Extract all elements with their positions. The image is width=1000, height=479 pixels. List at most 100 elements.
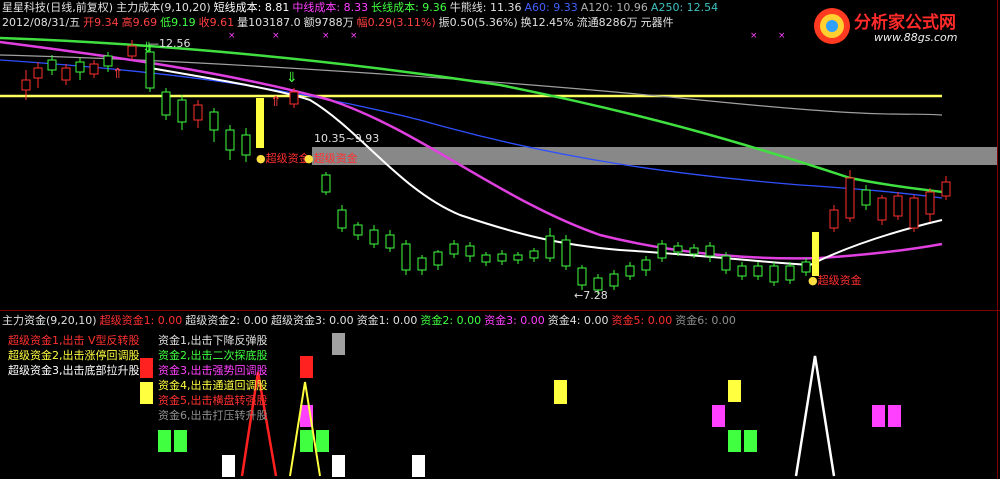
candle-body <box>89 63 99 75</box>
indicator-field-4: 资金1: 0.00 <box>356 314 418 327</box>
legend-left-item-2: 超级资金3,出击底部拉升股 <box>8 364 140 377</box>
candle-body <box>625 265 635 277</box>
candle-body <box>193 104 203 121</box>
indicator-field-6: 资金3: 0.00 <box>484 314 545 327</box>
legend-left-item-0: 超级资金1,出击 V型反转股 <box>8 334 140 347</box>
mid-price-label: 10.35~9.93 <box>314 132 380 145</box>
right-axis <box>997 0 998 479</box>
site-logo: 分析家公式网 www.88gs.com <box>812 2 1000 50</box>
indicator-block <box>158 430 171 452</box>
candle-body <box>127 45 137 57</box>
candle-body <box>465 245 475 257</box>
header-field-5: 牛熊线: 11.36 <box>449 1 522 14</box>
candle-body <box>737 265 747 277</box>
logo-icon <box>814 8 850 44</box>
indicator-field-5: 资金2: 0.00 <box>420 314 482 327</box>
svg-text:×: × <box>228 31 236 41</box>
header-field-0: 星星科技(日线,前复权) <box>2 1 114 14</box>
resistance-band <box>312 147 998 165</box>
candle-body <box>909 197 919 229</box>
signal-label-2: ●超级资金 <box>304 152 358 165</box>
up-arrow-icon: ⇑ <box>112 66 124 82</box>
candle-body <box>753 265 763 277</box>
candle-body <box>769 265 779 283</box>
low-price-label: ←7.28 <box>574 289 608 302</box>
indicator-field-8: 资金5: 0.00 <box>611 314 673 327</box>
spike-white <box>794 355 836 477</box>
candle-body <box>209 111 219 131</box>
candle-body <box>61 67 71 81</box>
header-field-7: A120: 10.96 <box>580 1 648 14</box>
svg-text:×: × <box>778 31 786 41</box>
quote-field-4: 收9.61 <box>198 16 235 29</box>
legend-left: 超级资金1,出击 V型反转股 超级资金2,出击涨停回调股 超级资金3,出击底部拉升股 <box>8 333 140 378</box>
signal-label-3: ●超级资金 <box>808 274 862 287</box>
quote-field-11: 元器件 <box>640 16 674 29</box>
indicator-block <box>300 430 313 452</box>
candle-body <box>353 224 363 236</box>
candle-body <box>369 229 379 245</box>
indicator-block <box>872 405 885 427</box>
a120-line <box>0 54 943 116</box>
svg-text:×: × <box>750 31 758 41</box>
header-field-3: 中线成本: 8.33 <box>292 1 369 14</box>
candle-body <box>829 209 839 229</box>
quote-field-0: 2012/08/31/五 <box>2 16 81 29</box>
candle-body <box>529 250 539 259</box>
legend-left-item-1: 超级资金2,出击涨停回调股 <box>8 349 140 362</box>
candle-body <box>877 197 887 221</box>
candle-body <box>513 254 523 261</box>
header-field-1: 主力成本(9,10,20) <box>116 1 211 14</box>
signal-label-1: ●超级资金 <box>256 152 310 165</box>
quote-field-2: 高9.69 <box>121 16 158 29</box>
candle-body <box>845 177 855 219</box>
candle-body <box>893 195 903 217</box>
panel-divider <box>0 310 1000 311</box>
header-field-4: 长线成本: 9.36 <box>371 1 447 14</box>
indicator-block <box>300 356 313 378</box>
candlesticks <box>21 40 951 294</box>
header-field-6: A60: 9.33 <box>524 1 578 14</box>
svg-text:×: × <box>272 31 280 41</box>
candle-body <box>433 251 443 266</box>
candle-body <box>861 189 871 206</box>
quote-field-1: 开9.34 <box>83 16 119 29</box>
indicator-field-9: 资金6: 0.00 <box>675 314 736 327</box>
down-arrow-icon: ⇓ <box>286 70 298 86</box>
indicator-block <box>712 405 725 427</box>
logo-url: www.88gs.com <box>874 31 958 44</box>
svg-text:×: × <box>350 31 358 41</box>
stock-chart[interactable]: ⇑ ⇓ ⇑ ⇓ × × × × × × <box>0 0 1000 479</box>
indicator-field-0: 主力资金(9,20,10) <box>2 314 97 327</box>
legend-right-item-2: 资金3,出击强势回调股 <box>158 364 268 377</box>
indicator-field-3: 超级资金3: 0.00 <box>270 314 354 327</box>
signal-bar-2 <box>812 232 819 276</box>
candle-body <box>241 134 251 156</box>
candle-body <box>657 243 667 259</box>
candle-body <box>337 209 347 229</box>
candle-body <box>705 245 715 257</box>
candle-body <box>321 174 331 193</box>
indicator-block <box>332 333 345 355</box>
candle-body <box>177 99 187 123</box>
indicator-block <box>728 380 741 402</box>
up-arrow-icon: ⇑ <box>270 94 282 110</box>
candle-body <box>401 243 411 271</box>
quote-field-8: 振0.50(5.36%) <box>438 16 518 29</box>
candle-body <box>577 267 587 286</box>
indicator-block <box>222 455 235 477</box>
high-price-label: —12.56 <box>148 37 191 50</box>
signal-bar-1 <box>256 98 264 148</box>
candle-body <box>689 247 699 255</box>
indicator-block <box>554 380 567 404</box>
svg-text:×: × <box>322 31 330 41</box>
candle-body <box>497 253 507 262</box>
price-header-line1: 星星科技(日线,前复权) 主力成本(9,10,20) 短线成本: 8.81 中线成本:… <box>2 1 721 15</box>
candle-body <box>449 243 459 255</box>
quote-field-9: 换12.45% <box>520 16 574 29</box>
candle-body <box>925 191 935 215</box>
candle-body <box>545 235 555 259</box>
indicator-block <box>140 382 153 404</box>
header-field-2: 短线成本: 8.81 <box>213 1 290 14</box>
legend-right: 资金1,出击下降反弹股 资金2,出击二次探底股 资金3,出击强势回调股 资金4,出击通… <box>158 333 268 423</box>
